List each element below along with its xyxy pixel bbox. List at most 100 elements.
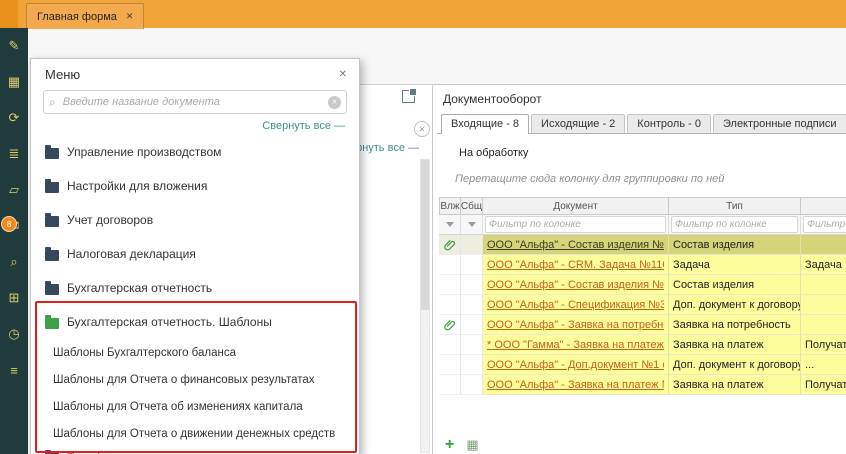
window-tab-main-form[interactable]: Главная форма ✕ xyxy=(26,3,144,29)
attachment-cell xyxy=(439,315,461,335)
tasks-icon[interactable]: ≣ xyxy=(0,136,28,172)
tab-close-icon[interactable]: ✕ xyxy=(126,11,134,22)
table-row[interactable]: ООО "Альфа" - CRM. Задача №116 Задача За… xyxy=(439,255,846,275)
menu-item-balance-templates[interactable]: Шаблоны Бухгалтерского баланса xyxy=(31,339,359,366)
document-link[interactable]: ООО "Альфа" - Спецификация №37 от ... xyxy=(487,299,664,311)
document-filter-cell xyxy=(483,215,669,235)
tab-signatures[interactable]: Электронные подписи xyxy=(713,114,846,133)
document-cell: ООО "Альфа" - Состав изделия №69 от... xyxy=(483,275,669,295)
document-cell: ООО "Альфа" - Заявка на платеж №64 ... xyxy=(483,375,669,395)
group-header[interactable]: На обработку xyxy=(459,147,528,159)
table-row[interactable]: ООО "Альфа" - Состав изделия №78 от... С… xyxy=(439,235,846,255)
extra-filter-input[interactable] xyxy=(803,216,846,233)
attachment-filter-cell[interactable] xyxy=(439,215,461,235)
menu-collapse-all-label: Свернуть все xyxy=(262,120,331,132)
tab-control[interactable]: Контроль - 0 xyxy=(627,114,711,133)
calendar-icon[interactable]: ⊞ xyxy=(0,280,28,316)
attachment-cell xyxy=(439,235,461,255)
open-folder-icon xyxy=(45,318,59,329)
document-link[interactable]: ООО "Альфа" - Состав изделия №78 от... xyxy=(487,239,664,251)
extra-cell: Получат xyxy=(801,375,846,395)
menu-item-accounting[interactable]: Бухгалтерская отчетность xyxy=(31,271,359,305)
folder-icon[interactable]: ▱ xyxy=(0,172,28,208)
column-header-type[interactable]: Тип xyxy=(669,197,801,215)
menu-item-label: Настройки для вложения xyxy=(67,179,207,193)
tab-incoming[interactable]: Входящие - 8 xyxy=(441,114,529,134)
column-header-message[interactable]: Сбщ xyxy=(461,197,483,215)
edit-icon[interactable]: ✎ xyxy=(0,28,28,64)
dock-window-icon[interactable] xyxy=(402,90,415,103)
filter-row xyxy=(439,215,846,235)
menu-item-attachment-settings[interactable]: Настройки для вложения xyxy=(31,169,359,203)
type-cell: Задача xyxy=(669,255,801,275)
extra-filter-cell xyxy=(801,215,846,235)
table-row[interactable]: ООО "Альфа" - Спецификация №37 от ... До… xyxy=(439,295,846,315)
extra-cell xyxy=(801,275,846,295)
document-link[interactable]: ООО "Альфа" - Заявка на платеж №64 ... xyxy=(487,379,664,391)
document-link[interactable]: * ООО "Гамма" - Заявка на платеж №6... xyxy=(487,339,664,351)
document-cell: ООО "Альфа" - Состав изделия №78 от... xyxy=(483,235,669,255)
menu-item-contracts[interactable]: Учет договоров xyxy=(31,203,359,237)
menu-item-cash-flow-templates[interactable]: Шаблоны для Отчета о движении денежных с… xyxy=(31,420,359,447)
minus-icon: — xyxy=(408,142,419,154)
column-header-attachment[interactable]: Влж xyxy=(439,197,461,215)
menu-item-telephony[interactable]: Телефония xyxy=(31,447,359,454)
table-row[interactable]: * ООО "Гамма" - Заявка на платеж №6... З… xyxy=(439,335,846,355)
message-cell xyxy=(461,295,483,315)
menu-item-financial-results-templates[interactable]: Шаблоны для Отчета о финансовых результа… xyxy=(31,366,359,393)
type-cell: Состав изделия xyxy=(669,235,801,255)
history-icon[interactable]: ◷ xyxy=(0,316,28,352)
list-icon[interactable]: ≡ xyxy=(0,352,28,388)
menu-item-accounting-templates[interactable]: Бухгалтерская отчетность. Шаблоны xyxy=(31,305,359,339)
type-cell: Доп. документ к договору xyxy=(669,295,801,315)
message-cell xyxy=(461,235,483,255)
menu-item-production[interactable]: Управление производством xyxy=(31,135,359,169)
extra-cell xyxy=(801,315,846,335)
grid-icon[interactable]: ▦ xyxy=(0,64,28,100)
search-icon[interactable]: ⌕ xyxy=(0,244,28,280)
extra-cell: ... xyxy=(801,355,846,375)
menu-item-label: Учет договоров xyxy=(67,213,153,227)
document-link[interactable]: ООО "Альфа" - CRM. Задача №116 xyxy=(487,259,664,271)
scrollbar[interactable] xyxy=(420,159,430,453)
attachment-cell xyxy=(439,255,461,275)
app-logo xyxy=(0,0,18,28)
add-button[interactable]: + xyxy=(445,438,454,452)
menu-item-capital-changes-templates[interactable]: Шаблоны для Отчета об изменениях капитал… xyxy=(31,393,359,420)
search-icon: ⌕ xyxy=(49,95,56,110)
folder-icon xyxy=(45,182,59,193)
menu-item-tax-declaration[interactable]: Налоговая декларация xyxy=(31,237,359,271)
document-link[interactable]: ООО "Альфа" - Доп.документ №1 от 06... xyxy=(487,359,664,371)
table-row[interactable]: ООО "Альфа" - Заявка на платеж №64 ... З… xyxy=(439,375,846,395)
tab-outgoing[interactable]: Исходящие - 2 xyxy=(531,114,625,133)
document-filter-input[interactable] xyxy=(485,216,666,233)
clear-search-icon[interactable]: ✕ xyxy=(328,96,341,109)
table-header-row: Влж Сбщ Документ Тип xyxy=(439,197,846,215)
grouping-hint: Перетащите сюда колонку для группировки … xyxy=(455,173,724,185)
table-actions: + ▦ xyxy=(445,437,479,453)
column-header-document[interactable]: Документ xyxy=(483,197,669,215)
table-row[interactable]: ООО "Альфа" - Состав изделия №69 от... С… xyxy=(439,275,846,295)
message-cell xyxy=(461,375,483,395)
menu-item-label: Шаблоны для Отчета об изменениях капитал… xyxy=(53,401,303,413)
document-link[interactable]: ООО "Альфа" - Заявка на потребность ... xyxy=(487,319,664,331)
table-row[interactable]: ООО "Альфа" - Заявка на потребность ... … xyxy=(439,315,846,335)
documents-table: Влж Сбщ Документ Тип xyxy=(439,197,846,395)
filter-funnel-icon xyxy=(468,222,476,227)
grid-button[interactable]: ▦ xyxy=(466,437,478,453)
column-header-extra[interactable] xyxy=(801,197,846,215)
refresh-icon[interactable]: ⟳ xyxy=(0,100,28,136)
menu-collapse-all-link[interactable]: Свернуть все — xyxy=(31,114,359,132)
menu-search-input[interactable] xyxy=(61,95,323,109)
message-cell xyxy=(461,315,483,335)
window-tab-label: Главная форма xyxy=(37,11,117,23)
menu-close-icon[interactable]: ✕ xyxy=(339,69,347,80)
type-filter-input[interactable] xyxy=(671,216,798,233)
document-link[interactable]: ООО "Альфа" - Состав изделия №69 от... xyxy=(487,279,664,291)
menu-item-label: Налоговая декларация xyxy=(67,247,196,261)
scrollbar-thumb[interactable] xyxy=(421,160,429,310)
table-row[interactable]: ООО "Альфа" - Доп.документ №1 от 06... Д… xyxy=(439,355,846,375)
message-filter-cell[interactable] xyxy=(461,215,483,235)
panel-close-icon[interactable]: ✕ xyxy=(414,121,430,137)
folder-icon xyxy=(45,216,59,227)
